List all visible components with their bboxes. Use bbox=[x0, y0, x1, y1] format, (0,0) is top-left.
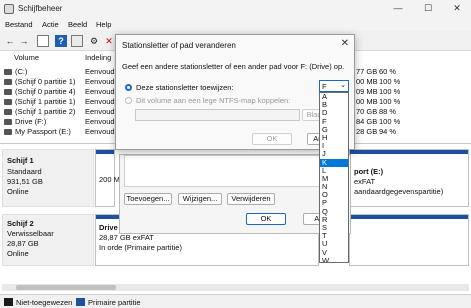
drive-letter-dropdown-list[interactable]: A B D F G H I J K L M N O P Q R S T U V … bbox=[319, 92, 349, 263]
volume-name: (C:) bbox=[15, 67, 28, 76]
dialog-description: Geef een andere stationsletter of een an… bbox=[122, 62, 345, 71]
change-button[interactable]: Wijzigen... bbox=[178, 193, 222, 205]
legend-bar: Niet-toegewezen Primaire partitie bbox=[0, 294, 471, 308]
chevron-down-icon: ⌄ bbox=[340, 82, 346, 89]
back-arrow-icon[interactable]: ← bbox=[4, 35, 16, 47]
minimize-button[interactable]: — bbox=[388, 2, 408, 16]
partition-bar bbox=[350, 150, 468, 154]
partition-size: 200 M bbox=[99, 175, 120, 184]
close-button[interactable]: ✕ bbox=[447, 2, 467, 16]
partition-fs: exFAT bbox=[354, 177, 376, 186]
radio-assign-letter[interactable] bbox=[125, 84, 132, 91]
menu-bestand[interactable]: Bestand bbox=[5, 20, 33, 29]
title-bar: Schijfbeheer — ☐ ✕ bbox=[0, 0, 471, 18]
help-icon[interactable]: ? bbox=[55, 35, 67, 47]
disk-name: Schijf 2 bbox=[7, 219, 34, 228]
volume-name: Drive (F:) bbox=[15, 117, 47, 126]
partition-status: In orde (Primaire partitie) bbox=[99, 243, 182, 252]
volume-icon bbox=[4, 89, 12, 95]
horizontal-scrollbar[interactable] bbox=[2, 284, 469, 291]
disk-1-partition-e[interactable]: port (E:) exFAT aandaardgegevenspartitie… bbox=[349, 149, 469, 207]
partition-bar bbox=[350, 215, 468, 219]
volume-free: 09 MB bbox=[356, 87, 378, 96]
disk-status: Online bbox=[7, 249, 29, 258]
legend-unallocated: Niet-toegewezen bbox=[16, 298, 73, 307]
disk-type: Standaard bbox=[7, 167, 42, 176]
delete-icon[interactable]: ✕ bbox=[103, 35, 115, 47]
dropdown-option[interactable]: W bbox=[320, 256, 348, 262]
partition-fs: 28,87 GB exFAT bbox=[99, 233, 154, 242]
partition-bar bbox=[96, 150, 114, 154]
disk-2-label[interactable]: Schijf 2 Verwisselbaar 28,87 GB Online bbox=[2, 214, 94, 266]
list-view-icon[interactable] bbox=[37, 35, 49, 47]
volume-free: 77 GB bbox=[356, 67, 378, 76]
disk-1-partition-1[interactable]: 200 M bbox=[95, 149, 120, 207]
volume-icon bbox=[4, 119, 12, 125]
volume-pct: 94 % bbox=[379, 127, 397, 136]
column-header-volume[interactable]: Volume bbox=[14, 53, 39, 64]
connect-icon[interactable]: ⚙ bbox=[88, 35, 100, 47]
unallocated-swatch bbox=[4, 298, 13, 306]
folder-path-input[interactable] bbox=[135, 109, 300, 121]
volume-name: My Passport (E:) bbox=[15, 127, 71, 136]
volume-icon bbox=[4, 79, 12, 85]
partition-title: port (E:) bbox=[354, 167, 384, 176]
volume-pct: 100 % bbox=[379, 117, 401, 126]
close-icon[interactable]: ✕ bbox=[341, 38, 349, 49]
volume-icon bbox=[4, 129, 12, 135]
volume-pct: 60 % bbox=[379, 67, 397, 76]
disk-name: Schijf 1 bbox=[7, 156, 34, 165]
menu-actie[interactable]: Actie bbox=[42, 20, 59, 29]
volume-pct: 100 % bbox=[379, 87, 401, 96]
dialog-title: Stationsletter of pad veranderen bbox=[122, 41, 236, 50]
disk-2-partition-right[interactable] bbox=[349, 214, 469, 266]
volume-pct: 88 % bbox=[379, 107, 397, 116]
drive-paths-dialog: Toevoegen... Wijzigen... Verwijderen OK … bbox=[119, 154, 351, 234]
radio-mount-label: Dit volume aan een lege NTFS-map koppele… bbox=[136, 96, 291, 105]
menu-beeld[interactable]: Beeld bbox=[68, 20, 87, 29]
volume-icon bbox=[4, 109, 12, 115]
drive-letter-select[interactable]: F ⌄ bbox=[319, 80, 349, 92]
remove-button[interactable]: Verwijderen bbox=[227, 193, 275, 205]
column-header-layout[interactable]: Indeling bbox=[85, 53, 111, 64]
volume-pct: 100 % bbox=[379, 97, 401, 106]
ok-button[interactable]: OK bbox=[252, 133, 292, 145]
radio-assign-label: Deze stationsletter toewijzen: bbox=[136, 83, 234, 92]
disk-1-label[interactable]: Schijf 1 Standaard 931,51 GB Online bbox=[2, 149, 94, 207]
add-button[interactable]: Toevoegen... bbox=[124, 193, 172, 205]
partition-status: aandaardgegevenspartitie) bbox=[354, 187, 444, 196]
menu-bar: Bestand Actie Beeld Help bbox=[0, 18, 471, 31]
menu-help[interactable]: Help bbox=[96, 20, 111, 29]
legend-primary: Primaire partitie bbox=[88, 298, 141, 307]
volume-free: 00 MB bbox=[356, 97, 378, 106]
volume-free: 28 GB bbox=[356, 127, 378, 136]
properties-icon[interactable] bbox=[71, 35, 83, 47]
volume-name: (Schijf 1 partitie 2) bbox=[15, 107, 76, 116]
volume-pct: 100 % bbox=[379, 77, 401, 86]
disk-size: 28,87 GB bbox=[7, 239, 39, 248]
disk-management-app-icon bbox=[4, 4, 14, 14]
volume-name: (Schijf 0 partitie 4) bbox=[15, 87, 76, 96]
disk-status: Online bbox=[7, 187, 29, 196]
paths-ok-button[interactable]: OK bbox=[246, 213, 286, 225]
scrollbar-thumb[interactable] bbox=[16, 285, 116, 290]
volume-free: 70 GB bbox=[356, 107, 378, 116]
paths-list[interactable] bbox=[124, 155, 347, 187]
volume-icon bbox=[4, 99, 12, 105]
forward-arrow-icon[interactable]: → bbox=[18, 35, 30, 47]
volume-name: (Schijf 1 partitie 1) bbox=[15, 97, 76, 106]
radio-mount-folder[interactable] bbox=[125, 97, 132, 104]
volume-free: 00 MB bbox=[356, 77, 378, 86]
volume-free: 84 GB bbox=[356, 117, 378, 126]
volume-icon bbox=[4, 69, 12, 75]
maximize-button[interactable]: ☐ bbox=[418, 2, 438, 16]
disk-size: 931,51 GB bbox=[7, 177, 43, 186]
selected-letter: F bbox=[322, 82, 327, 91]
disk-type: Verwisselbaar bbox=[7, 229, 54, 238]
volume-name: (Schijf 0 partitie 1) bbox=[15, 77, 76, 86]
window-title: Schijfbeheer bbox=[18, 4, 63, 13]
dropdown-option[interactable]: H bbox=[320, 133, 348, 142]
primary-partition-swatch bbox=[76, 298, 85, 306]
